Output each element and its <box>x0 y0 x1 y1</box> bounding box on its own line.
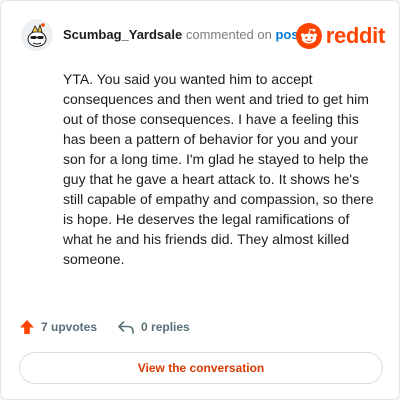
comment-card: Scumbag_Yardsale commented on post reddi… <box>0 0 400 400</box>
reddit-wordmark: reddit <box>325 23 386 48</box>
reddit-logo-icon <box>295 23 322 49</box>
username-link[interactable]: Scumbag_Yardsale <box>63 27 182 42</box>
view-conversation-label: View the conversation <box>137 361 265 375</box>
action-text: commented on <box>185 27 272 42</box>
view-conversation-button[interactable]: View the conversation <box>19 352 383 384</box>
reply-count: 0 replies <box>141 320 190 334</box>
replies-button[interactable]: 0 replies <box>117 317 190 337</box>
comment-actions: 7 upvotes 0 replies <box>19 317 210 337</box>
upvote-count: 7 upvotes <box>41 320 98 334</box>
comment-header: Scumbag_Yardsale commented on post reddi… <box>17 15 385 55</box>
upvote-arrow-icon <box>20 320 34 334</box>
reddit-brand[interactable]: reddit <box>295 23 386 49</box>
snoo-avatar-icon <box>21 19 53 51</box>
upvote-button[interactable]: 7 upvotes <box>19 317 97 337</box>
user-avatar[interactable] <box>21 19 53 51</box>
reply-arrow-icon <box>118 321 134 334</box>
comment-byline: Scumbag_Yardsale commented on post <box>63 27 303 43</box>
comment-body: YTA. You said you wanted him to accept c… <box>63 71 374 267</box>
